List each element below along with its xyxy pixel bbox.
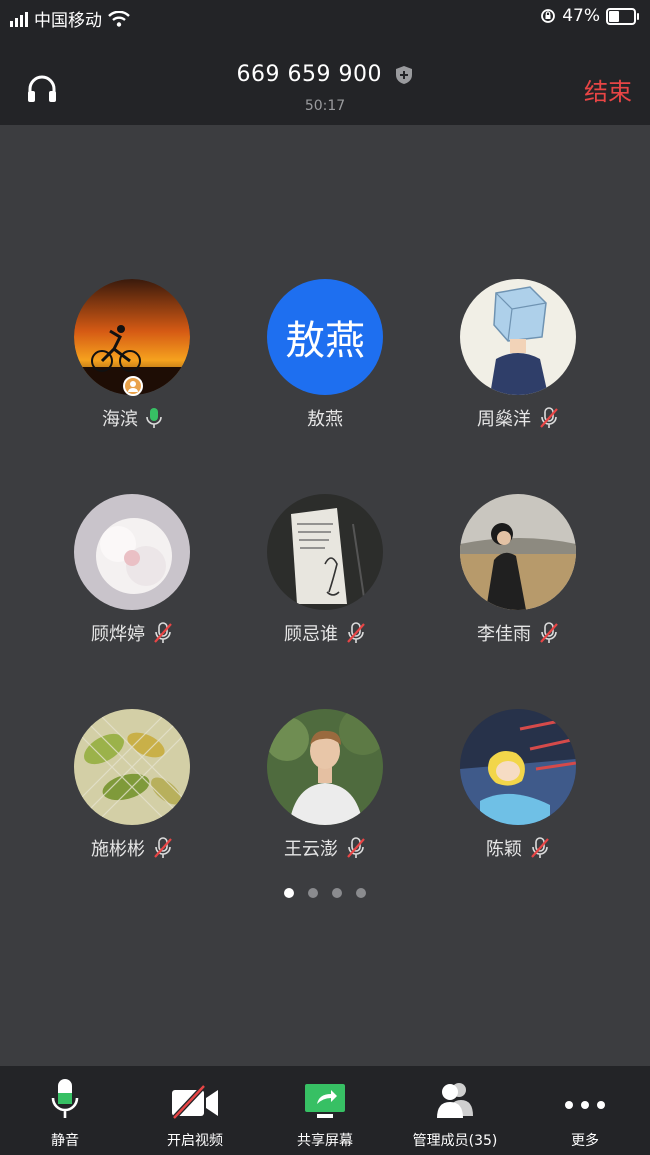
more-dots-icon <box>565 1101 605 1109</box>
manage-members-label: 管理成员(35) <box>412 1133 498 1149</box>
girl-in-field-photo <box>460 494 576 610</box>
participant-name-row: 施彬彬 <box>32 835 232 861</box>
participant-tile[interactable]: 陈颖 <box>418 709 618 861</box>
participant-name: 顾烨婷 <box>91 624 145 645</box>
host-badge-icon <box>123 376 143 396</box>
more-button[interactable]: 更多 <box>520 1066 650 1150</box>
participant-name: 周燊洋 <box>477 409 531 430</box>
avatar <box>74 494 190 610</box>
page-dot-active[interactable] <box>284 888 294 898</box>
participant-name-row: 海滨 <box>32 405 232 431</box>
meeting-id: 669 659 900 <box>236 62 382 87</box>
battery-level <box>609 10 619 22</box>
signal-strength-icon <box>10 11 28 27</box>
participant-tile[interactable]: 周燊洋 <box>418 279 618 431</box>
participant-name: 顾忌谁 <box>284 624 338 645</box>
participant-tile[interactable]: 海滨 <box>32 279 232 431</box>
share-screen-button[interactable]: 共享屏幕 <box>260 1066 390 1150</box>
video-off-icon <box>172 1084 218 1120</box>
shield-icon <box>396 66 413 84</box>
mic-muted-icon <box>540 407 558 428</box>
mic-muted-icon <box>540 622 558 643</box>
participant-tile[interactable]: 王云澎 <box>225 709 425 861</box>
avatar <box>460 279 576 395</box>
avatar <box>460 494 576 610</box>
participant-name: 海滨 <box>102 409 138 430</box>
page-dot[interactable] <box>308 888 318 898</box>
participant-name: 王云澎 <box>284 839 338 860</box>
participant-name-row: 李佳雨 <box>418 620 618 646</box>
avatar-initials: 敖燕 <box>267 279 383 395</box>
participant-name: 李佳雨 <box>477 624 531 645</box>
meeting-id-row[interactable]: 669 659 900 <box>0 62 650 87</box>
participant-tile[interactable]: 顾烨婷 <box>32 494 232 646</box>
page-dot[interactable] <box>332 888 342 898</box>
participant-name: 敖燕 <box>307 409 343 430</box>
mic-muted-icon <box>347 622 365 643</box>
microphone-icon <box>51 1079 79 1118</box>
avatar <box>74 709 190 825</box>
manage-members-button[interactable]: 管理成员(35) <box>390 1066 520 1150</box>
notebook-sketch-photo <box>267 494 383 610</box>
mic-muted-icon <box>154 837 172 858</box>
mic-muted-icon <box>531 837 549 858</box>
start-video-button[interactable]: 开启视频 <box>130 1066 260 1150</box>
ice-cube-head-drawing <box>460 279 576 395</box>
orientation-lock-icon <box>541 9 556 23</box>
participant-tile[interactable]: 顾忌谁 <box>225 494 425 646</box>
status-left: 中国移动 <box>10 6 130 31</box>
share-screen-label: 共享屏幕 <box>297 1133 353 1149</box>
participant-name-row: 周燊洋 <box>418 405 618 431</box>
participant-name-row: 王云澎 <box>225 835 425 861</box>
members-icon <box>437 1083 473 1118</box>
meeting-toolbar: 静音 开启视频 共享屏幕 管理成员(35) 更多 <box>0 1066 650 1155</box>
meeting-timer: 50:17 <box>304 98 346 114</box>
share-screen-icon <box>305 1084 345 1118</box>
participant-name-row: 顾忌谁 <box>225 620 425 646</box>
white-flower-photo <box>74 494 190 610</box>
mute-button[interactable]: 静音 <box>0 1066 130 1150</box>
avatar <box>460 709 576 825</box>
participant-tile[interactable]: 施彬彬 <box>32 709 232 861</box>
meeting-header: 669 659 900 50:17 结束 <box>0 36 650 125</box>
participant-name-row: 顾烨婷 <box>32 620 232 646</box>
page-dot[interactable] <box>356 888 366 898</box>
avatar <box>74 279 190 396</box>
status-bar: 中国移动 47% <box>0 0 650 36</box>
battery-percent: 47% <box>562 6 600 26</box>
participant-name: 陈颖 <box>486 839 522 860</box>
participant-name-row: 陈颖 <box>418 835 618 861</box>
participant-name: 施彬彬 <box>91 839 145 860</box>
battery-icon <box>606 7 639 25</box>
end-meeting-button[interactable]: 结束 <box>584 72 632 107</box>
mute-label: 静音 <box>51 1133 79 1149</box>
young-man-photo <box>267 709 383 825</box>
leaves-fence-photo <box>74 709 190 825</box>
participant-name-row: 敖燕 <box>225 405 425 431</box>
page-indicator[interactable] <box>0 888 650 898</box>
avatar <box>267 494 383 610</box>
mic-muted-icon <box>347 837 365 858</box>
carrier-label: 中国移动 <box>34 11 102 31</box>
participant-tile[interactable]: 敖燕 敖燕 <box>225 279 425 431</box>
cartoon-girl-illustration <box>460 709 576 825</box>
more-label: 更多 <box>571 1133 599 1149</box>
start-video-label: 开启视频 <box>167 1133 223 1149</box>
participant-tile[interactable]: 李佳雨 <box>418 494 618 646</box>
avatar <box>267 709 383 825</box>
mic-muted-icon <box>154 622 172 643</box>
wifi-icon <box>108 10 130 27</box>
status-right: 47% <box>540 6 639 26</box>
mic-on-icon <box>146 408 162 428</box>
